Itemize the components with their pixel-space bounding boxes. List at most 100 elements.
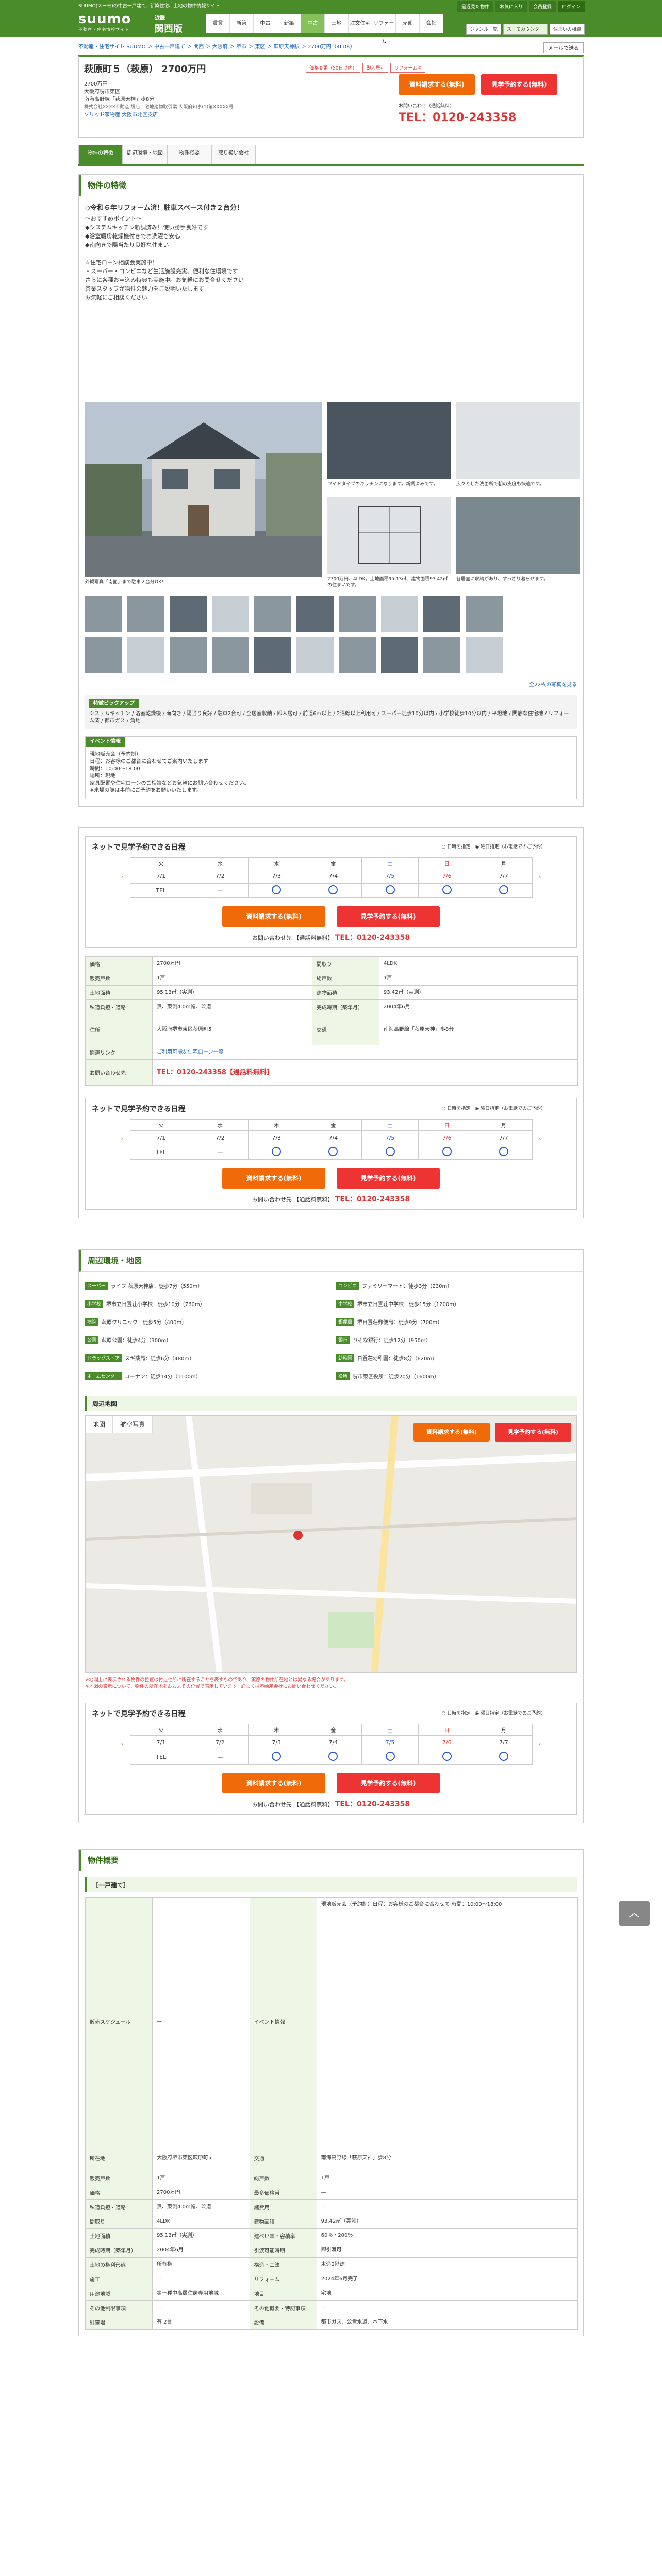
nav-company[interactable]: 会社 — [420, 14, 443, 33]
register-link[interactable]: 会員登録 — [528, 1, 556, 12]
slot-available[interactable] — [304, 1750, 362, 1765]
nav-custom-house[interactable]: 注文住宅 — [349, 14, 372, 33]
main-photo[interactable] — [85, 402, 322, 577]
related-link[interactable]: ご利用可能な住宅ローン一覧 — [152, 1045, 578, 1060]
thumbnail[interactable] — [339, 637, 376, 673]
nav-chintai[interactable]: 賃貸 — [206, 14, 230, 33]
tab-surroundings[interactable]: 周辺環境・地図 — [123, 145, 167, 164]
prev-arrow-icon[interactable]: ‹ — [114, 1724, 130, 1765]
nav-land[interactable]: 土地 — [325, 14, 349, 33]
next-arrow-icon[interactable]: › — [532, 858, 548, 898]
nav-used-house[interactable]: 中古 — [301, 14, 325, 33]
suumo-logo[interactable]: suumo 不動産・住宅情報サイト — [78, 11, 131, 32]
map-widget[interactable]: 地図 航空写真 資料請求する(無料) 見学予約する(無料) — [85, 1415, 577, 1673]
tab-features[interactable]: 物件の特徴 — [78, 145, 123, 164]
slot-available[interactable] — [475, 1145, 533, 1160]
map-tab-aerial[interactable]: 航空写真 — [113, 1416, 153, 1433]
nav-reform[interactable]: リフォーム — [372, 14, 396, 45]
thumbnail[interactable] — [381, 596, 418, 632]
loan-link[interactable]: ご利用可能な住宅ローン一覧 — [157, 1049, 224, 1055]
slot-available[interactable] — [247, 1750, 305, 1765]
thumbnail[interactable] — [466, 596, 503, 632]
request-button[interactable]: 資料請求する(無料) — [222, 1773, 325, 1793]
request-button[interactable]: 資料請求する(無料) — [413, 1423, 490, 1442]
radio-weekday[interactable]: 曜日指定（お電話でのご予約） — [481, 844, 545, 850]
genre-list-link[interactable]: ジャンル一覧 — [466, 24, 501, 35]
slot-available[interactable] — [418, 1145, 476, 1160]
thumbnail[interactable] — [423, 596, 460, 632]
slot-available[interactable] — [247, 1145, 305, 1160]
thumbnail[interactable] — [85, 596, 122, 632]
kitchen-photo[interactable] — [327, 402, 451, 479]
request-button[interactable]: 資料請求する(無料) — [399, 74, 475, 95]
thumbnail[interactable] — [212, 596, 249, 632]
consult-link[interactable]: 住まいの相談 — [549, 24, 585, 35]
thumbnail[interactable] — [466, 637, 503, 673]
next-arrow-icon[interactable]: › — [532, 1724, 548, 1765]
thumbnail[interactable] — [85, 637, 122, 673]
calendar-radios: ○ 日時を指定 ◉ 曜日指定（お電話でのご予約） — [441, 1106, 545, 1111]
recent-link[interactable]: 最近見た物件 — [457, 1, 493, 12]
date: 7/7 — [475, 1130, 533, 1145]
request-button[interactable]: 資料請求する(無料) — [222, 906, 325, 927]
slot-available[interactable] — [247, 883, 305, 898]
next-arrow-icon[interactable]: › — [532, 1120, 548, 1160]
favorite-link[interactable]: お気に入り — [495, 1, 527, 12]
slot-available[interactable] — [361, 883, 419, 898]
prev-arrow-icon[interactable]: ‹ — [114, 1120, 130, 1160]
thumbnail[interactable] — [170, 637, 207, 673]
nav-new-house[interactable]: 新築 — [277, 14, 301, 33]
nav-used-mansion[interactable]: 中古 — [254, 14, 277, 33]
visit-button[interactable]: 見学予約する(無料) — [337, 906, 440, 927]
radio-date[interactable]: 日時を指定 — [447, 1106, 470, 1111]
slot-available[interactable] — [304, 883, 362, 898]
slot-available[interactable] — [361, 1145, 419, 1160]
radio-date[interactable]: 日時を指定 — [447, 844, 470, 850]
slot-available[interactable] — [475, 1750, 533, 1765]
slot-available[interactable] — [475, 883, 533, 898]
thumbnail[interactable] — [212, 637, 249, 673]
overview-value: — — [152, 2300, 250, 2315]
back-to-top-button[interactable]: ︿ — [619, 1901, 650, 1926]
floorplan-photo[interactable] — [327, 497, 451, 574]
login-link[interactable]: ログイン — [557, 1, 585, 12]
request-button[interactable]: 資料請求する(無料) — [222, 1168, 325, 1189]
map-tab-map[interactable]: 地図 — [86, 1416, 113, 1433]
visit-button[interactable]: 見学予約する(無料) — [337, 1168, 440, 1189]
thumbnail[interactable] — [296, 637, 334, 673]
radio-weekday[interactable]: 曜日指定（お電話でのご予約） — [481, 1711, 545, 1716]
thumbnail[interactable] — [254, 596, 291, 632]
map-buttons: 資料請求する(無料) 見学予約する(無料) — [413, 1423, 571, 1442]
visit-button[interactable]: 見学予約する(無料) — [495, 1423, 571, 1442]
thumbnail[interactable] — [127, 637, 164, 673]
radio-date[interactable]: 日時を指定 — [447, 1711, 470, 1716]
thumbnail[interactable] — [339, 596, 376, 632]
facility-type: 郵便局 — [336, 1318, 355, 1326]
visit-button[interactable]: 見学予約する(無料) — [337, 1773, 440, 1793]
room-photo[interactable] — [456, 497, 580, 574]
slot-available[interactable] — [418, 883, 476, 898]
all-photos-link[interactable]: 全22枚の写真を見る — [529, 682, 577, 688]
visit-button[interactable]: 見学予約する(無料) — [481, 74, 557, 95]
breadcrumb-text[interactable]: 不動産・住宅サイト SUUMO ＞ 中古一戸建て ＞ 関西 ＞ 大阪府 ＞ 堺市… — [78, 44, 355, 50]
washroom-photo[interactable] — [456, 402, 580, 479]
thumbnail[interactable] — [127, 596, 164, 632]
slot-available[interactable] — [361, 1750, 419, 1765]
thumbnail[interactable] — [423, 637, 460, 673]
tab-overview[interactable]: 物件概要 — [167, 145, 211, 164]
radio-weekday[interactable]: 曜日指定（お電話でのご予約） — [481, 1106, 545, 1111]
mail-button[interactable]: メールで送る — [543, 42, 584, 53]
thumbnail[interactable] — [254, 637, 291, 673]
company-link[interactable]: ソリッド家物産 大阪市北区支店 — [84, 112, 158, 118]
surroundings-grid: スーパー ライフ 萩原天神店：徒歩7分（550m） コンビニ ファミリーマート：徒歩… — [79, 1272, 583, 1390]
counter-link[interactable]: スーモカウンター — [503, 24, 548, 35]
slot-available[interactable] — [418, 1750, 476, 1765]
thumbnail[interactable] — [381, 637, 418, 673]
nav-sell[interactable]: 売却 — [396, 14, 420, 33]
nav-new-mansion[interactable]: 新築 — [230, 14, 254, 33]
tab-company[interactable]: 取り扱い会社 — [211, 145, 256, 164]
thumbnail[interactable] — [170, 596, 207, 632]
slot-available[interactable] — [304, 1145, 362, 1160]
prev-arrow-icon[interactable]: ‹ — [114, 858, 130, 898]
thumbnail[interactable] — [296, 596, 334, 632]
